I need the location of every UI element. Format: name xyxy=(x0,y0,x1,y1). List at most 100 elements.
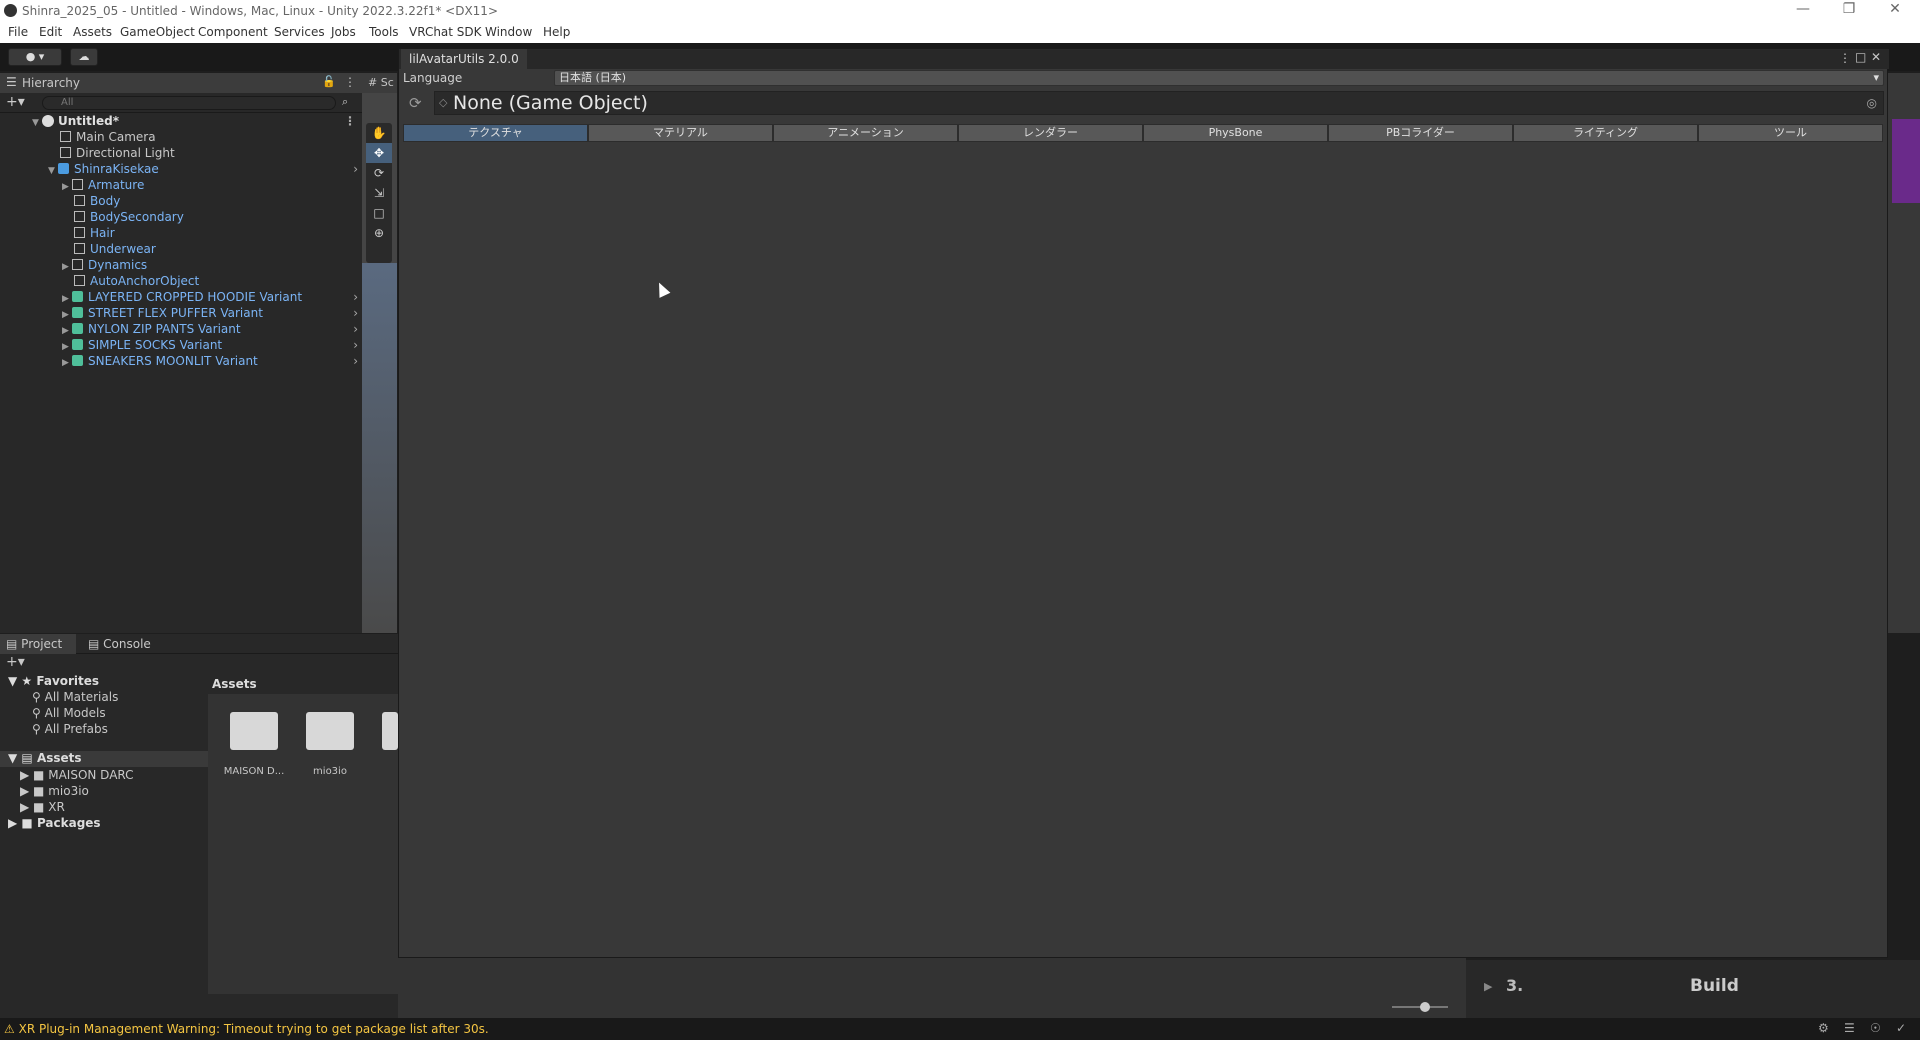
close-icon[interactable]: ✕ xyxy=(1872,1,1918,17)
scale-icon[interactable]: ⇲ xyxy=(366,183,392,203)
favorites-row[interactable]: ▼ ★ Favorites xyxy=(8,674,99,688)
asset-folder[interactable]: ▶ ■ MAISON DARC xyxy=(20,768,134,782)
hierarchy-item[interactable]: ▶ Armature xyxy=(62,178,144,194)
more-icon[interactable]: ⋮ xyxy=(344,75,356,89)
hierarchy-tab[interactable]: Hierarchy xyxy=(22,76,80,90)
move-icon[interactable]: ✥ xyxy=(366,143,392,163)
lock-icon[interactable]: 🔓 xyxy=(322,75,336,88)
chevron-right-icon[interactable]: › xyxy=(353,338,358,352)
hierarchy-item[interactable]: ▶ NYLON ZIP PANTS Variant › xyxy=(62,322,362,338)
menu-component[interactable]: Component xyxy=(198,25,268,39)
menu-gameobject[interactable]: GameObject xyxy=(120,25,195,39)
preview-thumbnail xyxy=(1892,119,1920,203)
scene-viewport[interactable] xyxy=(362,263,397,633)
expand-icon[interactable]: ▶ xyxy=(1484,980,1492,993)
menu-tools[interactable]: Tools xyxy=(369,25,399,39)
layers-icon[interactable]: ☰ xyxy=(1844,1021,1855,1035)
menu-window[interactable]: Window xyxy=(485,25,532,39)
folder-icon[interactable] xyxy=(382,712,398,750)
scene-tab[interactable]: # Sc xyxy=(362,73,397,93)
chevron-right-icon[interactable]: › xyxy=(353,354,358,368)
favorite-item[interactable]: ⚲ All Materials xyxy=(32,690,118,704)
tab-physbone[interactable]: PhysBone xyxy=(1143,124,1328,142)
asset-folder[interactable]: ▶ ■ mio3io xyxy=(20,784,89,798)
more-icon[interactable]: ⋮ xyxy=(1839,51,1851,65)
tab-material[interactable]: マテリアル xyxy=(588,124,773,142)
tab-project[interactable]: ▤ Project xyxy=(0,634,76,654)
hand-icon[interactable]: ✋ xyxy=(366,123,392,143)
maximize-icon[interactable]: □ xyxy=(1855,50,1866,64)
hierarchy-item[interactable]: BodySecondary xyxy=(74,210,184,226)
chevron-right-icon[interactable]: › xyxy=(353,306,358,320)
account-button[interactable]: ● ▾ xyxy=(8,48,62,66)
hierarchy-item[interactable]: Hair xyxy=(74,226,115,242)
folder-icon[interactable] xyxy=(306,712,354,750)
search-options-icon[interactable]: ⌕ xyxy=(342,95,348,109)
tab-tools[interactable]: ツール xyxy=(1698,124,1883,142)
tab-animation[interactable]: アニメーション xyxy=(773,124,958,142)
rect-icon[interactable]: □ xyxy=(366,203,392,223)
build-label[interactable]: Build xyxy=(1690,976,1739,996)
hierarchy-search-input[interactable]: All xyxy=(42,96,336,110)
grid-item-label: MAISON D... xyxy=(223,766,285,777)
hierarchy-item[interactable]: ▶ STREET FLEX PUFFER Variant › xyxy=(62,306,362,322)
chevron-right-icon[interactable]: › xyxy=(353,290,358,304)
asset-folder[interactable]: ▶ ■ XR xyxy=(20,800,65,814)
chevron-right-icon[interactable]: › xyxy=(353,322,358,336)
window-title: Shinra_2025_05 - Untitled - Windows, Mac… xyxy=(22,4,498,18)
folder-icon: ▤ xyxy=(6,637,18,651)
unity-scene-icon xyxy=(42,115,54,127)
scene-row[interactable]: ▼ Untitled* ⋮ xyxy=(32,114,362,130)
zoom-slider-handle[interactable] xyxy=(1420,1002,1430,1012)
network-icon[interactable]: ☉ xyxy=(1870,1021,1881,1035)
hierarchy-item[interactable]: Main Camera xyxy=(60,130,156,146)
assets-grid-header: Assets xyxy=(208,674,398,694)
gameobject-icon xyxy=(74,195,85,206)
hierarchy-item[interactable]: ▶ SIMPLE SOCKS Variant › xyxy=(62,338,362,354)
tab-lighting[interactable]: ライティング xyxy=(1513,124,1698,142)
chevron-right-icon[interactable]: › xyxy=(353,162,358,176)
debug-icon[interactable]: ⚙ xyxy=(1818,1021,1829,1035)
tab-pb-collider[interactable]: PBコライダー xyxy=(1328,124,1513,142)
language-row: Language 日本語 (日本) ▾ xyxy=(399,69,1889,87)
menu-edit[interactable]: Edit xyxy=(39,25,62,39)
hierarchy-item[interactable]: AutoAnchorObject xyxy=(74,274,199,290)
hierarchy-item[interactable]: Underwear xyxy=(74,242,156,258)
favorite-item[interactable]: ⚲ All Prefabs xyxy=(32,722,108,736)
hierarchy-item[interactable]: Directional Light xyxy=(60,146,175,162)
menu-jobs[interactable]: Jobs xyxy=(331,25,356,39)
add-icon[interactable]: +▾ xyxy=(6,94,25,110)
hierarchy-item[interactable]: Body xyxy=(74,194,120,210)
more-icon[interactable]: ⋮ xyxy=(344,114,356,128)
hierarchy-item[interactable]: ▶ LAYERED CROPPED HOODIE Variant › xyxy=(62,290,362,306)
hierarchy-item[interactable]: ▼ ShinraKisekae › xyxy=(48,162,362,178)
menu-file[interactable]: File xyxy=(8,25,28,39)
packages-row[interactable]: ▶ ■ Packages xyxy=(8,816,101,830)
tab-texture[interactable]: テクスチャ xyxy=(403,124,588,142)
refresh-icon[interactable]: ⟳ xyxy=(409,94,422,112)
warning-message[interactable]: ⚠ XR Plug-in Management Warning: Timeout… xyxy=(4,1022,489,1036)
object-picker-icon[interactable]: ◎ xyxy=(1867,92,1877,114)
menu-services[interactable]: Services xyxy=(274,25,325,39)
restore-icon[interactable]: ❐ xyxy=(1826,1,1872,17)
folder-icon[interactable] xyxy=(230,712,278,750)
transform-icon[interactable]: ⊕ xyxy=(366,223,392,243)
add-icon[interactable]: +▾ xyxy=(6,654,25,670)
window-tab[interactable]: lilAvatarUtils 2.0.0 xyxy=(401,49,527,69)
favorite-item[interactable]: ⚲ All Models xyxy=(32,706,106,720)
game-object-field[interactable]: ◇ None (Game Object) ◎ xyxy=(434,91,1884,115)
menu-help[interactable]: Help xyxy=(543,25,570,39)
close-icon[interactable]: ✕ xyxy=(1871,50,1881,64)
hierarchy-item[interactable]: ▶ Dynamics xyxy=(62,258,147,274)
menu-vrchat-sdk[interactable]: VRChat SDK xyxy=(409,25,482,39)
cloud-icon[interactable]: ☁ xyxy=(70,48,98,66)
rotate-icon[interactable]: ⟳ xyxy=(366,163,392,183)
hierarchy-item[interactable]: ▶ SNEAKERS MOONLIT Variant › xyxy=(62,354,362,370)
assets-row[interactable]: ▼ ▤ Assets xyxy=(0,751,208,767)
language-dropdown[interactable]: 日本語 (日本) ▾ xyxy=(554,70,1884,86)
tab-renderer[interactable]: レンダラー xyxy=(958,124,1143,142)
minimize-icon[interactable]: — xyxy=(1780,1,1826,17)
menu-assets[interactable]: Assets xyxy=(73,25,112,39)
tab-console[interactable]: ▤ Console xyxy=(88,637,151,651)
check-icon[interactable]: ✓ xyxy=(1896,1021,1906,1035)
